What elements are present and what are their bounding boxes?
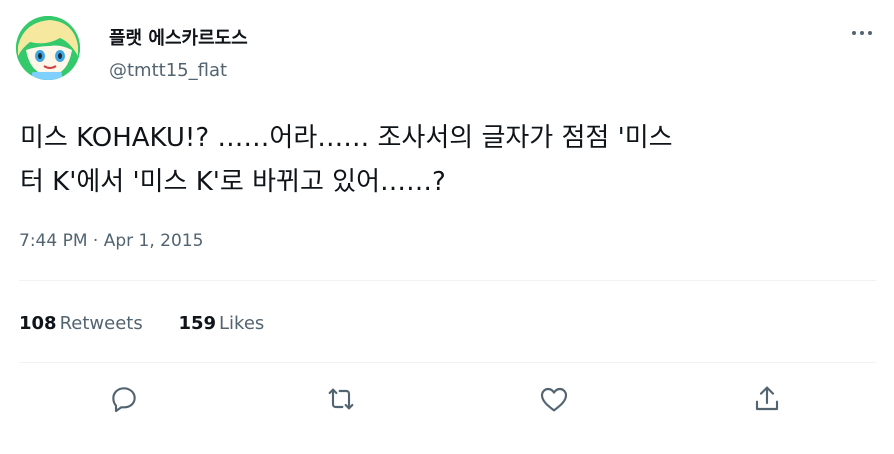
retweet-button[interactable] <box>324 384 358 418</box>
display-name[interactable]: 플랫 에스카르도스 <box>109 24 248 50</box>
like-icon <box>538 383 570 419</box>
retweet-icon <box>325 383 357 419</box>
divider <box>19 280 876 281</box>
tweet-text: 미스 KOHAKU!? ……어라…… 조사서의 글자가 점점 '미스 터 K'에… <box>20 123 673 197</box>
likes-count: 159 <box>178 313 217 334</box>
reply-button[interactable] <box>107 384 141 418</box>
tweet-detail: 플랫 에스카르도스 @tmtt15_flat 미스 KOHAKU!? ……어라…… <box>0 0 894 454</box>
share-button[interactable] <box>750 384 784 418</box>
reply-icon <box>108 383 140 419</box>
likes-stat[interactable]: 159 Likes <box>178 313 264 334</box>
retweets-label: Retweets <box>59 313 143 334</box>
more-horizontal-icon <box>846 27 878 46</box>
avatar[interactable] <box>16 16 80 80</box>
retweets-stat[interactable]: 108 Retweets <box>19 313 143 334</box>
share-icon <box>751 383 783 419</box>
more-options-button[interactable] <box>846 24 878 42</box>
tweet-stats: 108 Retweets 159 Likes <box>19 313 294 334</box>
likes-label: Likes <box>219 313 265 334</box>
divider <box>19 362 876 363</box>
retweets-count: 108 <box>19 313 57 334</box>
tweet-timestamp[interactable]: 7:44 PM · Apr 1, 2015 <box>19 231 203 251</box>
like-button[interactable] <box>537 384 571 418</box>
user-handle[interactable]: @tmtt15_flat <box>109 60 227 81</box>
